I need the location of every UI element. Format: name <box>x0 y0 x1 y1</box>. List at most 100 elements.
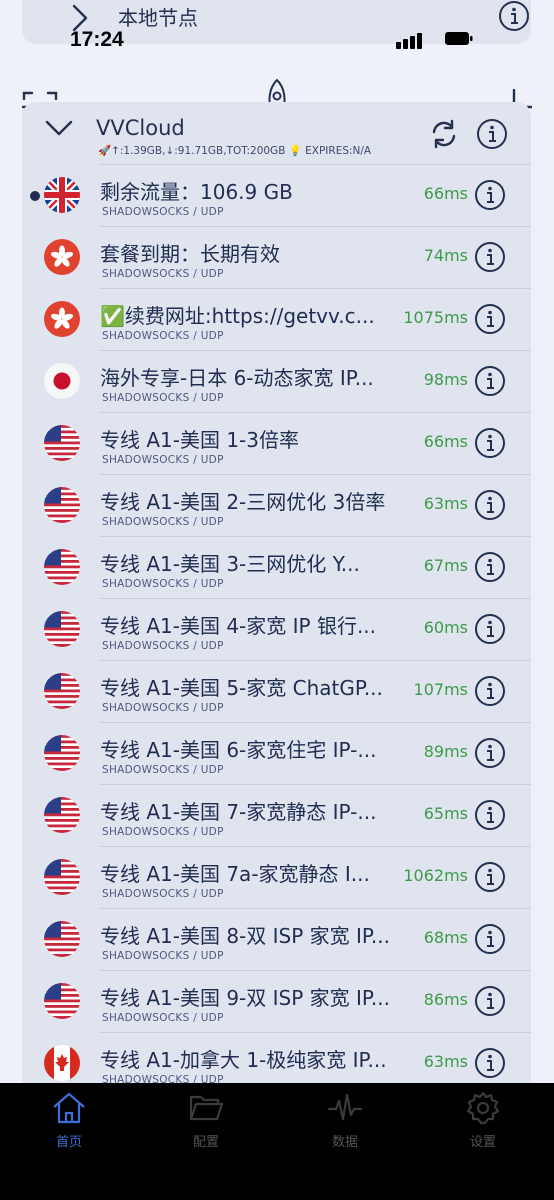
node-protocol: SHADOWSOCKS / UDP <box>102 206 224 218</box>
node-row[interactable]: 海外专享-日本 6-动态家宽 IP... SHADOWSOCKS / UDP 98m… <box>22 350 531 412</box>
node-row[interactable]: 专线 A1-美国 6-家宽住宅 IP-... SHADOWSOCKS / UDP 8… <box>22 722 531 784</box>
node-name: ✅续费网址:https://getvv.c... <box>100 304 375 328</box>
info-icon[interactable] <box>474 179 506 215</box>
node-latency[interactable]: 66ms <box>424 432 468 451</box>
flag-ca-icon <box>44 1045 80 1081</box>
chevron-down-icon[interactable] <box>44 118 74 144</box>
node-latency[interactable]: 107ms <box>414 680 468 699</box>
tab-data[interactable]: 数据 <box>305 1091 385 1150</box>
gear-icon <box>465 1091 501 1129</box>
node-name: 套餐到期：长期有效 <box>100 242 280 266</box>
node-protocol: SHADOWSOCKS / UDP <box>102 454 224 466</box>
tab-label: 配置 <box>192 1135 219 1150</box>
battery-icon <box>444 31 474 45</box>
info-icon[interactable] <box>474 1047 506 1083</box>
info-icon[interactable] <box>474 303 506 339</box>
info-icon[interactable] <box>474 489 506 525</box>
info-icon[interactable] <box>498 0 530 36</box>
node-list: 剩余流量：106.9 GB SHADOWSOCKS / UDP 66ms 套餐到期：长… <box>22 164 531 1094</box>
node-latency[interactable]: 63ms <box>424 494 468 513</box>
node-protocol: SHADOWSOCKS / UDP <box>102 1012 224 1024</box>
row-divider <box>100 536 531 537</box>
info-icon[interactable] <box>474 985 506 1021</box>
node-latency[interactable]: 1062ms <box>403 866 468 885</box>
flag-jp-icon <box>44 363 80 399</box>
group-traffic-stats: 🚀↑:1.39GB,↓:91.71GB,TOT:200GB 💡 EXPIRES:… <box>98 145 372 157</box>
info-icon[interactable] <box>474 365 506 401</box>
row-divider <box>100 660 531 661</box>
node-protocol: SHADOWSOCKS / UDP <box>102 888 224 900</box>
node-name: 专线 A1-美国 7-家宽静态 IP-... <box>100 800 377 824</box>
signal-icon <box>396 33 426 53</box>
tab-settings[interactable]: 设置 <box>443 1091 523 1150</box>
node-protocol: SHADOWSOCKS / UDP <box>102 702 224 714</box>
flag-gb-icon <box>44 177 80 213</box>
node-latency[interactable]: 65ms <box>424 804 468 823</box>
flag-us-icon <box>44 487 80 523</box>
row-divider <box>100 970 531 971</box>
selected-indicator <box>30 191 40 201</box>
row-divider <box>100 226 531 227</box>
node-row[interactable]: ✅续费网址:https://getvv.c... SHADOWSOCKS / UD… <box>22 288 531 350</box>
node-latency[interactable]: 89ms <box>424 742 468 761</box>
node-row[interactable]: 套餐到期：长期有效 SHADOWSOCKS / UDP 74ms <box>22 226 531 288</box>
flag-us-icon <box>44 921 80 957</box>
info-icon[interactable] <box>474 861 506 897</box>
node-latency[interactable]: 98ms <box>424 370 468 389</box>
node-row[interactable]: 专线 A1-美国 5-家宽 ChatGP... SHADOWSOCKS / UDP… <box>22 660 531 722</box>
node-name: 剩余流量：106.9 GB <box>100 180 293 204</box>
node-name: 专线 A1-加拿大 1-极纯家宽 IP... <box>100 1048 387 1072</box>
flag-us-icon <box>44 673 80 709</box>
tab-config[interactable]: 配置 <box>166 1091 246 1150</box>
info-icon[interactable] <box>474 427 506 463</box>
node-latency[interactable]: 86ms <box>424 990 468 1009</box>
node-protocol: SHADOWSOCKS / UDP <box>102 764 224 776</box>
node-row[interactable]: 剩余流量：106.9 GB SHADOWSOCKS / UDP 66ms <box>22 164 531 226</box>
node-latency[interactable]: 74ms <box>424 246 468 265</box>
node-row[interactable]: 专线 A1-美国 1-3倍率 SHADOWSOCKS / UDP 66ms <box>22 412 531 474</box>
flag-us-icon <box>44 859 80 895</box>
node-latency[interactable]: 67ms <box>424 556 468 575</box>
row-divider <box>100 598 531 599</box>
node-row[interactable]: 专线 A1-美国 9-双 ISP 家宽 IP... SHADOWSOCKS / U… <box>22 970 531 1032</box>
pulse-icon <box>327 1093 363 1129</box>
node-latency[interactable]: 1075ms <box>403 308 468 327</box>
node-latency[interactable]: 66ms <box>424 184 468 203</box>
info-icon[interactable] <box>474 799 506 835</box>
node-name: 专线 A1-美国 1-3倍率 <box>100 428 300 452</box>
node-row[interactable]: 专线 A1-美国 7a-家宽静态 I... SHADOWSOCKS / UDP 10… <box>22 846 531 908</box>
node-name: 海外专享-日本 6-动态家宽 IP... <box>100 366 374 390</box>
info-icon[interactable] <box>474 675 506 711</box>
flag-us-icon <box>44 425 80 461</box>
node-row[interactable]: 专线 A1-美国 2-三网优化 3倍率 SHADOWSOCKS / UDP 63ms <box>22 474 531 536</box>
info-icon[interactable] <box>474 241 506 277</box>
node-latency[interactable]: 68ms <box>424 928 468 947</box>
node-row[interactable]: 专线 A1-美国 8-双 ISP 家宽 IP... SHADOWSOCKS / U… <box>22 908 531 970</box>
node-latency[interactable]: 63ms <box>424 1052 468 1071</box>
node-name: 专线 A1-美国 5-家宽 ChatGP... <box>100 676 383 700</box>
node-protocol: SHADOWSOCKS / UDP <box>102 516 224 528</box>
node-protocol: SHADOWSOCKS / UDP <box>102 826 224 838</box>
info-icon[interactable] <box>474 923 506 959</box>
info-icon[interactable] <box>476 118 508 154</box>
flag-us-icon <box>44 611 80 647</box>
row-divider <box>100 722 531 723</box>
row-divider <box>100 288 531 289</box>
flag-us-icon <box>44 735 80 771</box>
node-name: 专线 A1-美国 4-家宽 IP 银行... <box>100 614 377 638</box>
node-row[interactable]: 专线 A1-美国 7-家宽静态 IP-... SHADOWSOCKS / UDP 6… <box>22 784 531 846</box>
node-protocol: SHADOWSOCKS / UDP <box>102 578 224 590</box>
info-icon[interactable] <box>474 551 506 587</box>
node-row[interactable]: 专线 A1-美国 3-三网优化 Y... SHADOWSOCKS / UDP 67m… <box>22 536 531 598</box>
flag-hk-icon <box>44 239 80 275</box>
row-divider <box>100 474 531 475</box>
row-divider <box>100 908 531 909</box>
tab-home[interactable]: 首页 <box>29 1091 109 1150</box>
refresh-icon[interactable] <box>428 118 460 154</box>
node-latency[interactable]: 60ms <box>424 618 468 637</box>
vvcloud-group-card: VVCloud 🚀↑:1.39GB,↓:91.71GB,TOT:200GB 💡 … <box>22 102 531 1102</box>
node-row[interactable]: 专线 A1-美国 4-家宽 IP 银行... SHADOWSOCKS / UDP 6… <box>22 598 531 660</box>
info-icon[interactable] <box>474 613 506 649</box>
info-icon[interactable] <box>474 737 506 773</box>
node-name: 专线 A1-美国 3-三网优化 Y... <box>100 552 360 576</box>
